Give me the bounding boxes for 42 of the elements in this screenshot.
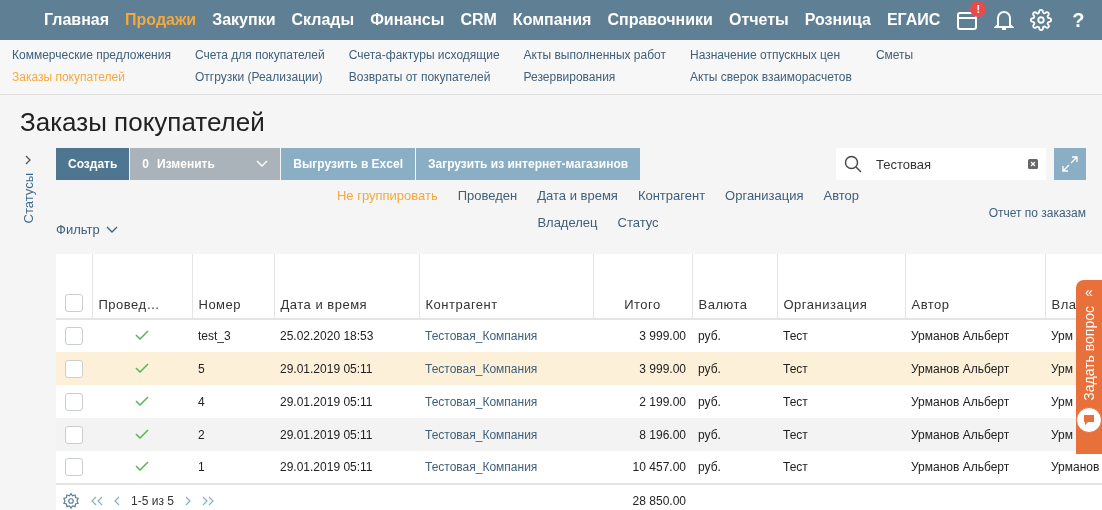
table-cell: 2 199.00 (639, 394, 686, 409)
table-cell: Урм (1051, 329, 1073, 343)
table-cell: руб. (698, 460, 721, 474)
table-cell: 29.01.2019 05:11 (280, 427, 373, 442)
table-cell: Тест (783, 460, 808, 474)
table-cell: 29.01.2019 05:11 (280, 394, 373, 409)
table-cell: Тест (783, 394, 808, 409)
notification-badge: ! (970, 1, 987, 17)
table-cell: Урманов Альберт (911, 394, 1010, 409)
table-cell: Тест (783, 427, 808, 442)
table-cell: Тест (783, 361, 808, 376)
table-cell: Урманов (1051, 460, 1100, 474)
table-cell: 5 (198, 361, 205, 376)
table-cell: 10 457.00 (632, 460, 686, 474)
table-cell: Урманов Альберт (911, 329, 1010, 343)
table-cell: Урм (1051, 427, 1073, 442)
table-cell: 1 (198, 460, 205, 474)
edit-label: Изменить (157, 157, 215, 171)
table-cell: руб. (698, 427, 721, 442)
table-cell: руб. (698, 329, 721, 343)
selected-count: 0 (142, 157, 150, 171)
table-cell: Урманов Альберт (911, 361, 1010, 376)
collapse-icon: « (1085, 284, 1093, 300)
table-cell: 3 999.00 (639, 329, 686, 343)
table-cell: 4 (198, 394, 205, 409)
table-cell: Урм (1051, 394, 1073, 409)
total-sum: 28 850.00 (632, 493, 686, 508)
table-cell: test_3 (198, 329, 231, 343)
table-cell: Урманов Альберт (911, 460, 1010, 474)
table-cell: Урманов Альберт (911, 427, 1010, 442)
table-cell: 25.02.2020 18:53 (280, 329, 374, 343)
table-cell: Урм (1051, 361, 1073, 376)
table-cell: 29.01.2019 05:11 (280, 460, 373, 474)
table-cell: руб. (698, 361, 721, 376)
table-cell: 8 196.00 (639, 427, 686, 442)
table-cell: Тест (783, 329, 808, 343)
page-title: Заказы покупателей (20, 107, 266, 138)
page-range: 1-5 из 5 (131, 493, 174, 508)
table-cell: 2 (198, 427, 205, 442)
table-cell: 29.01.2019 05:11 (280, 361, 373, 376)
table-cell: 3 999.00 (639, 361, 686, 376)
table-cell: руб. (698, 394, 721, 409)
